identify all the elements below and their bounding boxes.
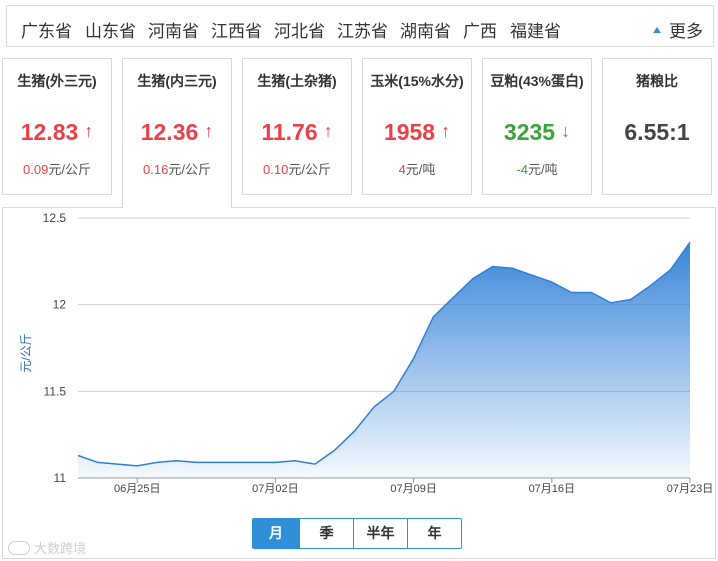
- card-name: 豆粕(43%蛋白): [490, 73, 584, 89]
- watermark-logo-icon: [8, 541, 30, 555]
- province-hebei[interactable]: 河北省: [274, 17, 325, 42]
- range-tab-month[interactable]: 月: [253, 519, 299, 548]
- series-area: [78, 242, 690, 478]
- arrow-up-icon: ↑: [84, 121, 94, 141]
- price-card-pig-inner[interactable]: 生猪(内三元) 12.36 ↑ 0.16元/公斤: [122, 58, 232, 208]
- province-shandong[interactable]: 山东省: [85, 17, 136, 42]
- price-trend-chart: 11 11.5 12 12.5 元/公斤 06月25日 07月02日 07月09日 07月16日…: [19, 211, 713, 495]
- y-tick-label: 12: [53, 298, 67, 312]
- card-name: 生猪(内三元): [137, 73, 217, 89]
- price-card-pig-outer[interactable]: 生猪(外三元) 12.83 ↑ 0.09元/公斤: [2, 58, 112, 195]
- province-filter-bar: 广东省 山东省 河南省 江西省 河北省 江苏省 湖南省 广西 福建省 更多: [6, 5, 714, 47]
- more-label: 更多: [669, 22, 703, 41]
- card-price: 12.36 ↑: [140, 119, 214, 145]
- province-guangdong[interactable]: 广东省: [21, 17, 72, 42]
- y-axis-label: 元/公斤: [19, 333, 33, 372]
- arrow-up-icon: ↑: [323, 121, 333, 141]
- card-name: 玉米(15%水分): [370, 73, 464, 89]
- province-hunan[interactable]: 湖南省: [400, 17, 451, 42]
- card-price: 11.76 ↑: [261, 119, 333, 145]
- x-tick-label: 07月23日: [667, 483, 713, 495]
- province-jiangsu[interactable]: 江苏省: [337, 17, 388, 42]
- province-fujian[interactable]: 福建省: [510, 17, 561, 42]
- arrow-up-icon: ↑: [441, 121, 451, 141]
- card-change: 0.16元/公斤: [143, 162, 211, 177]
- y-tick-label: 11.5: [44, 384, 67, 398]
- card-price: 6.55:1: [624, 119, 690, 145]
- card-change: 0.10元/公斤: [263, 162, 331, 177]
- card-change: -4元/吨: [516, 162, 558, 177]
- arrow-up-icon: ↑: [204, 121, 214, 141]
- province-henan[interactable]: 河南省: [148, 17, 199, 42]
- province-guangxi[interactable]: 广西: [463, 17, 497, 42]
- x-tick-label: 07月09日: [390, 483, 436, 495]
- card-price: 12.83 ↑: [20, 119, 94, 145]
- price-card-pig-local[interactable]: 生猪(土杂猪) 11.76 ↑ 0.10元/公斤: [242, 58, 352, 195]
- card-price: 3235 ↓: [503, 119, 571, 145]
- card-name: 生猪(土杂猪): [257, 73, 337, 89]
- caret-up-icon: [653, 27, 661, 33]
- watermark-text: 大数跨境: [34, 541, 87, 556]
- card-price: 1958 ↑: [383, 119, 451, 145]
- y-tick-label: 11: [54, 471, 67, 485]
- y-tick-label: 12.5: [43, 211, 67, 225]
- x-tick-label: 07月16日: [529, 483, 575, 495]
- price-card-soymeal[interactable]: 豆粕(43%蛋白) 3235 ↓ -4元/吨: [482, 58, 592, 195]
- price-card-pig-grain-ratio[interactable]: 猪粮比 6.55:1: [602, 58, 712, 195]
- card-change: 4元/吨: [398, 162, 436, 177]
- arrow-down-icon: ↓: [561, 121, 571, 141]
- range-tab-quarter[interactable]: 季: [299, 519, 353, 548]
- card-name: 生猪(外三元): [17, 73, 97, 89]
- card-change: 0.09元/公斤: [23, 162, 91, 177]
- x-tick-label: 06月25日: [114, 483, 160, 495]
- x-tick-label: 07月02日: [252, 483, 298, 495]
- price-card-corn[interactable]: 玉米(15%水分) 1958 ↑ 4元/吨: [362, 58, 472, 195]
- price-chart-panel: 11 11.5 12 12.5 元/公斤 06月25日 07月02日 07月09日 07月16日…: [2, 207, 716, 559]
- range-tab-half-year[interactable]: 半年: [353, 519, 407, 548]
- more-provinces-button[interactable]: 更多: [653, 17, 703, 42]
- province-jiangxi[interactable]: 江西省: [211, 17, 262, 42]
- card-name: 猪粮比: [636, 73, 678, 89]
- watermark: 大数跨境: [8, 538, 86, 557]
- range-tab-year[interactable]: 年: [407, 519, 461, 548]
- range-tab-group: 月 季 半年 年: [252, 518, 462, 549]
